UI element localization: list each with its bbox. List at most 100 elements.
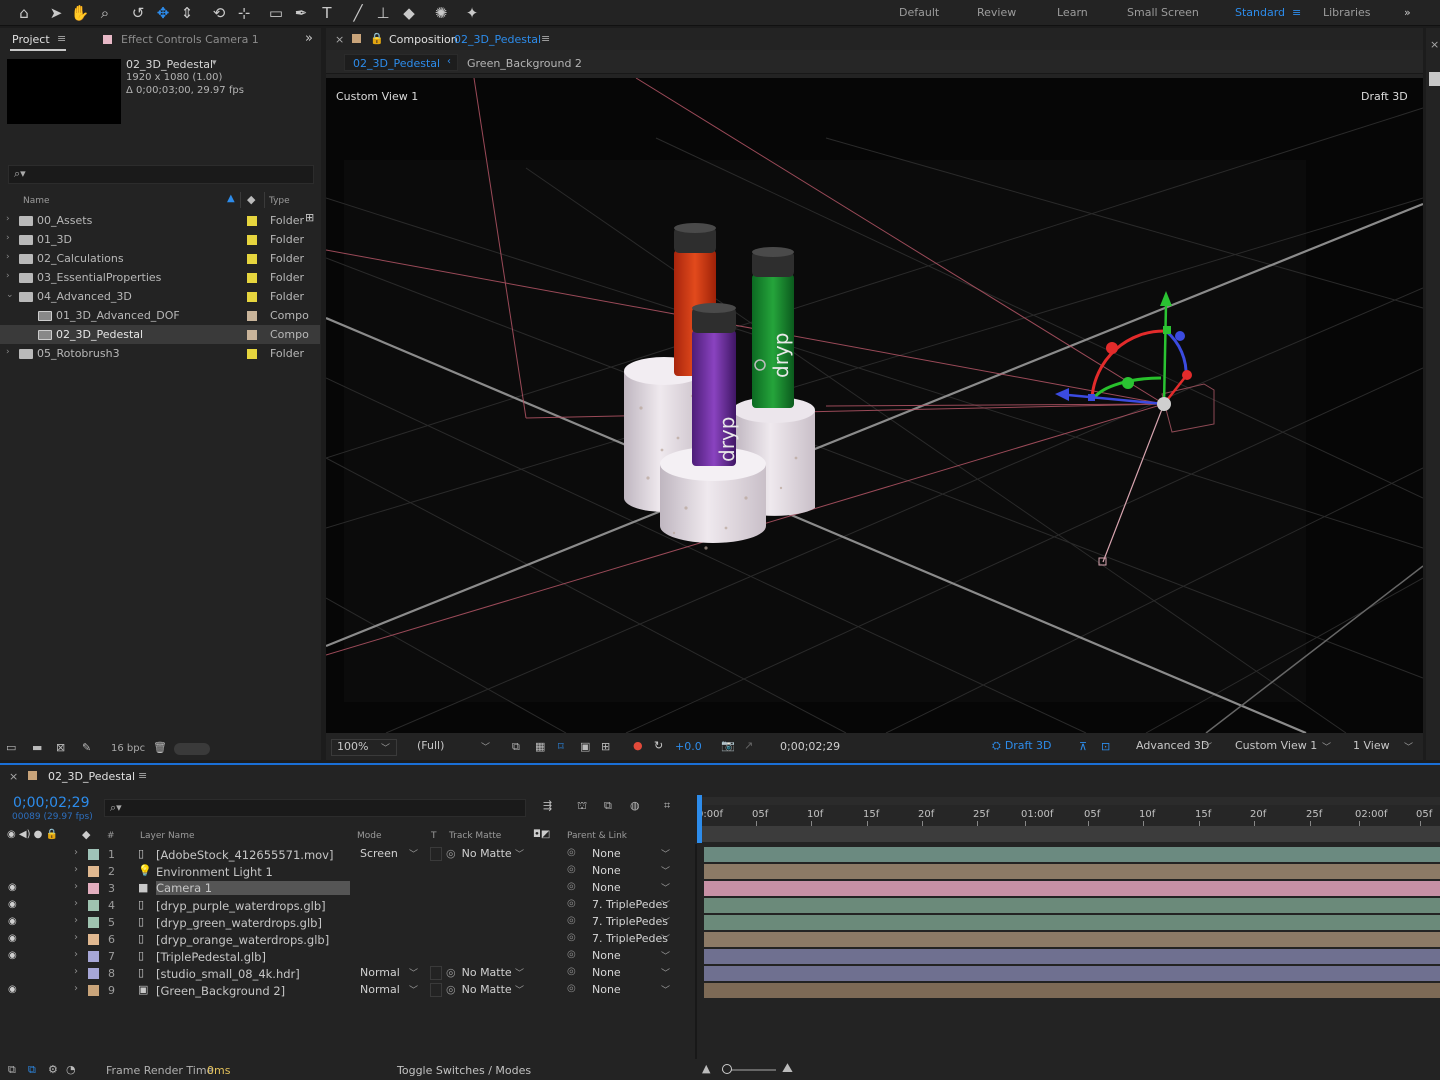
resolution-dropdown[interactable]: (Full) ﹀ [412, 739, 496, 756]
layer-name[interactable]: Camera 1 [156, 881, 350, 895]
channel-icon[interactable]: ● [633, 739, 643, 752]
parent-pick-whip-icon[interactable]: ◎ [567, 915, 576, 926]
pick-whip-icon[interactable]: ◎ [446, 966, 456, 979]
column-header-layer-name[interactable]: Layer Name [140, 831, 195, 841]
visibility-eye-icon[interactable]: ◉ [8, 899, 17, 910]
render-preview-icon[interactable]: ⧉ [8, 1063, 16, 1077]
composition-tab-prefix[interactable]: Composition [389, 33, 458, 46]
parent-dropdown[interactable]: None ﹀ [588, 847, 674, 862]
workspace-menu-icon[interactable]: ≡ [1292, 6, 1301, 19]
orbit-camera-icon[interactable]: ↺ [127, 2, 149, 24]
workspace-standard[interactable]: Standard [1235, 6, 1285, 19]
label-color-swatch[interactable] [88, 951, 99, 962]
transparency-grid-icon[interactable]: ▦ [535, 740, 545, 753]
label-color-swatch[interactable] [247, 216, 257, 226]
extended-viewer-icon[interactable]: ⊡ [1101, 740, 1110, 753]
parent-pick-whip-icon[interactable]: ◎ [567, 983, 576, 994]
parent-dropdown[interactable]: 7. TriplePedes ﹀ [588, 915, 674, 930]
timeline-layer-row[interactable]: › 8 ▯ [studio_small_08_4k.hdr] Normal ﹀ ◎ No Ma… [0, 965, 1440, 982]
close-icon[interactable]: × [335, 33, 344, 46]
current-time-display[interactable]: 0;00;02;29 [780, 740, 840, 753]
in-out-icon[interactable]: ◔ [66, 1063, 76, 1076]
layer-duration-bar[interactable] [704, 915, 1440, 930]
column-header-parent[interactable]: Parent & Link [567, 831, 627, 841]
frame-blending-icon[interactable]: ⧉ [604, 799, 612, 813]
zoom-out-icon[interactable]: ▲ [702, 1062, 710, 1075]
layer-name[interactable]: [Green_Background 2] [156, 984, 285, 998]
time-navigator[interactable] [697, 826, 1440, 842]
chevron-right-icon[interactable]: › [74, 966, 78, 977]
project-item[interactable]: › 02_Calculations Folder [0, 249, 320, 268]
label-color-swatch[interactable] [88, 849, 99, 860]
layer-duration-bar[interactable] [704, 949, 1440, 964]
column-header-name[interactable]: Name [23, 196, 50, 206]
view-layout-dropdown[interactable]: 1 View ﹀ [1347, 739, 1419, 756]
toggle-switches-modes-button[interactable]: Toggle Switches / Modes [397, 1064, 531, 1077]
workspace-overflow-button[interactable]: » [1404, 6, 1411, 19]
selection-tool-icon[interactable]: ➤ [45, 2, 67, 24]
work-area-bar[interactable] [697, 797, 1440, 805]
label-color-swatch[interactable] [88, 968, 99, 979]
playhead[interactable] [697, 795, 702, 843]
pick-whip-icon[interactable]: ◎ [446, 847, 456, 860]
brush-tool-icon[interactable]: ╱ [347, 2, 369, 24]
eraser-icon[interactable]: ◆ [398, 2, 420, 24]
layer-name[interactable]: [dryp_purple_waterdrops.glb] [156, 899, 326, 913]
layer-duration-bar[interactable] [704, 847, 1440, 862]
visibility-eye-icon[interactable]: ◉ [8, 916, 17, 927]
graph-editor-icon[interactable]: ⌗ [664, 799, 670, 813]
tab-project[interactable]: Project [12, 33, 50, 46]
project-item[interactable]: › 00_Assets Folder [0, 211, 320, 230]
label-color-swatch[interactable] [88, 900, 99, 911]
project-search-input[interactable]: ⌕▾ [8, 165, 314, 184]
close-icon[interactable]: × [1430, 38, 1439, 51]
label-color-swatch[interactable] [247, 254, 257, 264]
bit-depth-button[interactable]: 16 bpc [111, 743, 145, 754]
workspace-review[interactable]: Review [977, 6, 1016, 19]
mask-visibility-icon[interactable]: ⌑ [558, 740, 564, 753]
composition-viewer[interactable]: dryp dryp Custom View 1 Draft 3D [326, 78, 1423, 733]
label-color-swatch[interactable] [247, 273, 257, 283]
label-color-swatch[interactable] [88, 866, 99, 877]
expand-panels-button[interactable]: » [305, 31, 313, 46]
clone-stamp-icon[interactable]: ⊥ [372, 2, 394, 24]
parent-pick-whip-icon[interactable]: ◎ [567, 966, 576, 977]
chevron-right-icon[interactable]: › [74, 847, 78, 858]
layer-name[interactable]: [dryp_orange_waterdrops.glb] [156, 933, 329, 947]
preserve-transparency-checkbox[interactable] [430, 983, 442, 997]
track-matte-dropdown[interactable]: ◎ No Matte ﹀ [446, 847, 528, 862]
visibility-eye-icon[interactable]: ◉ [8, 933, 17, 944]
blend-mode-dropdown[interactable]: Normal ﹀ [356, 966, 422, 981]
chevron-right-icon[interactable]: › [6, 233, 10, 243]
label-tag-icon[interactable]: ◆ [247, 193, 255, 206]
timeline-search-input[interactable]: ⌕▾ [104, 799, 526, 817]
visibility-eye-icon[interactable]: ◉ [8, 984, 17, 995]
chevron-right-icon[interactable]: › [6, 214, 10, 224]
timeline-layer-row[interactable]: ◉ › 9 ▣ [Green_Background 2] Normal ﹀ ◎ No Matte… [0, 982, 1440, 999]
grid-guides-icon[interactable]: ⊞ [601, 740, 610, 753]
reset-exposure-icon[interactable]: ↻ [654, 739, 663, 752]
chevron-right-icon[interactable]: › [74, 915, 78, 926]
timeline-layer-row[interactable]: ◉ › 3 ■ Camera 1 ◎ None ﹀ [0, 880, 1440, 897]
trash-icon[interactable]: 🗑 [153, 741, 167, 754]
layer-duration-bar[interactable] [704, 932, 1440, 947]
visibility-eye-icon[interactable]: ◉ [8, 882, 17, 893]
blend-mode-dropdown[interactable]: Normal ﹀ [356, 983, 422, 998]
roto-brush-icon[interactable]: ✺ [430, 2, 452, 24]
layer-name[interactable]: Environment Light 1 [156, 865, 273, 879]
chevron-right-icon[interactable]: › [6, 347, 10, 357]
chevron-down-icon[interactable]: ▾ [212, 58, 217, 68]
timeline-layer-row[interactable]: ◉ › 6 ▯ [dryp_orange_waterdrops.glb] ◎ 7. Trip… [0, 931, 1440, 948]
label-color-swatch[interactable] [88, 883, 99, 894]
comp-mini-flowchart-icon[interactable]: ⇶ [543, 799, 552, 812]
dolly-tool-icon[interactable]: ⇕ [176, 2, 198, 24]
chevron-right-icon[interactable]: › [74, 898, 78, 909]
thumbnail-size-slider[interactable] [174, 743, 210, 755]
workspace-learn[interactable]: Learn [1057, 6, 1088, 19]
timeline-layer-row[interactable]: › 1 ▯ [AdobeStock_412655571.mov] Screen ﹀ ◎ No … [0, 846, 1440, 863]
workspace-libraries[interactable]: Libraries [1323, 6, 1371, 19]
chevron-right-icon[interactable]: › [6, 271, 10, 281]
pan-behind-icon[interactable]: ⊹ [233, 2, 255, 24]
new-composition-icon[interactable]: ⊠ [56, 741, 65, 754]
zoom-tool-icon[interactable]: ⌕ [94, 2, 116, 24]
